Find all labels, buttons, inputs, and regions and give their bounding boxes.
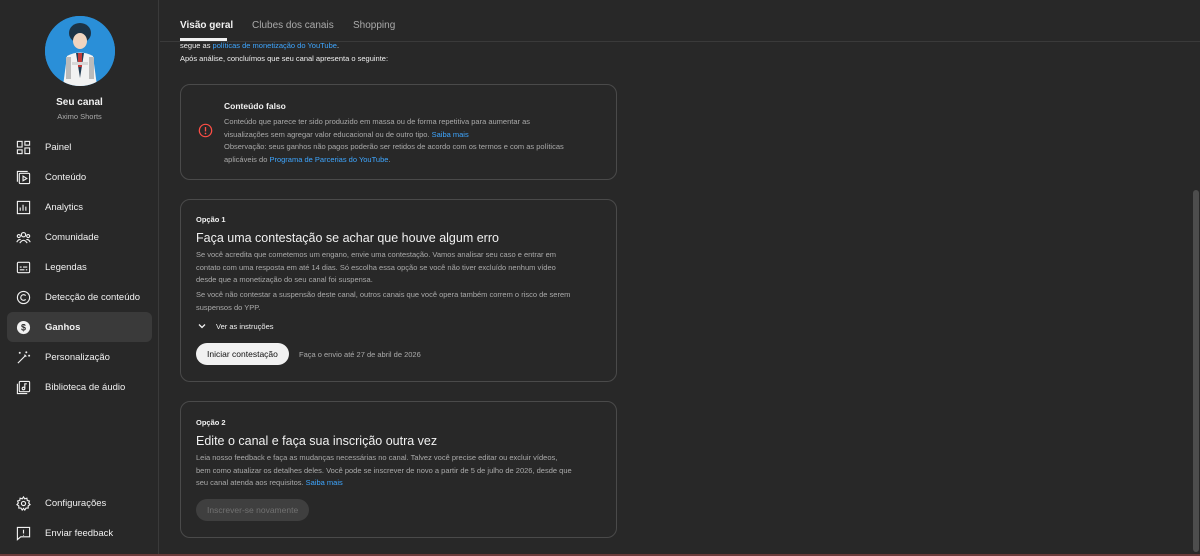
monetization-policies-link[interactable]: políticas de monetização do YouTube (213, 41, 337, 50)
violation-desc-text: visualizações sem agregar valor educacio… (224, 129, 432, 139)
feedback-icon (15, 525, 31, 541)
option-1-description: Se você acredita que cometemos um engano… (196, 249, 611, 287)
sidebar-item-label: Painel (45, 141, 72, 153)
channel-handle: Aximo Shorts (57, 112, 102, 121)
partner-program-link[interactable]: Programa de Parcerias do YouTube (269, 155, 388, 164)
option-1-warning: Se você não contestar a suspensão deste … (196, 289, 611, 314)
tab-clubes-dos-canais[interactable]: Clubes dos canais (252, 20, 334, 31)
option-2-desc-line: Leia nosso feedback e faça as mudanças n… (196, 453, 558, 462)
sidebar-item-label: Legendas (45, 261, 87, 273)
subtitles-icon (15, 259, 31, 275)
violation-note-text: aplicáveis do (224, 154, 270, 164)
dashboard-icon (15, 139, 31, 155)
violation-note-line: Observação: seus ganhos não pagos poderã… (224, 142, 564, 151)
intro-line-2: Após análise, concluímos que seu canal a… (180, 54, 389, 63)
intro-text: . (336, 41, 340, 50)
sidebar-item-deteccao-de-conteudo[interactable]: Detecção de conteúdo (7, 282, 152, 312)
violation-description: Conteúdo que parece ter sido produzido e… (224, 116, 614, 166)
appeal-deadline-note: Faça o envio até 27 de abril de 2026 (299, 350, 421, 359)
option-2-desc-line: seu canal atenda aos requisitos. Saiba m… (196, 477, 611, 490)
sidebar-item-label: Enviar feedback (45, 527, 114, 539)
sidebar-item-painel[interactable]: Painel (7, 132, 152, 162)
option-2-desc-line: bem como atualizar os detalhes deles. Vo… (196, 465, 572, 475)
option-2-title: Edite o canal e faça sua inscrição outra… (196, 434, 438, 448)
option-1-desc-line: desde que a monetização do seu canal foi… (196, 275, 373, 284)
option-2-desc-text: seu canal atenda aos requisitos. (196, 478, 306, 487)
main-content: segue as políticas de monetização do You… (160, 41, 1200, 556)
option-2-card: Opção 2 Edite o canal e faça sua inscriç… (180, 401, 617, 538)
sidebar-item-label: Detecção de conteúdo (45, 291, 141, 303)
option-2-label: Opção 2 (196, 418, 226, 427)
sidebar-item-label: Biblioteca de áudio (45, 381, 126, 393)
option-1-title: Faça uma contestação se achar que houve … (196, 231, 499, 245)
channel-avatar[interactable] (45, 16, 115, 86)
error-icon (198, 123, 213, 138)
sidebar-item-label: Personalização (45, 351, 110, 363)
avatar-illustration (45, 16, 115, 86)
sidebar: Seu canal Aximo Shorts Painel Conteúdo A… (0, 0, 159, 556)
learn-more-link[interactable]: Saiba mais (432, 130, 469, 139)
copyright-icon (15, 289, 31, 305)
option-1-desc-line: contato com uma resposta em até 14 dias.… (196, 262, 556, 272)
violation-note-line: aplicáveis do Programa de Parcerias do Y… (224, 154, 614, 167)
customization-icon (15, 349, 31, 365)
chevron-down-icon (198, 324, 206, 329)
violation-desc-line: Conteúdo que parece ter sido produzido e… (224, 117, 531, 126)
start-appeal-button[interactable]: Iniciar contestação (196, 343, 289, 365)
reapply-button: Inscrever-se novamente (196, 499, 310, 521)
svg-text:$: $ (21, 322, 26, 332)
option-1-card: Opção 1 Faça uma contestação se achar qu… (180, 199, 617, 382)
sidebar-item-label: Configurações (45, 497, 107, 509)
option-2-description: Leia nosso feedback e faça as mudanças n… (196, 452, 611, 490)
sidebar-item-comunidade[interactable]: Comunidade (7, 222, 152, 252)
sidebar-item-label: Analytics (45, 201, 84, 213)
sidebar-item-label: Conteúdo (45, 171, 87, 183)
scrollbar-thumb[interactable] (1193, 190, 1199, 552)
sidebar-item-biblioteca-de-audio[interactable]: Biblioteca de áudio (7, 372, 152, 402)
violation-title: Conteúdo falso (224, 101, 286, 111)
option-1-label: Opção 1 (196, 215, 226, 224)
settings-icon (15, 495, 31, 511)
option-1-desc-line: Se você acredita que cometemos um engano… (196, 250, 557, 259)
sidebar-item-analytics[interactable]: Analytics (7, 192, 152, 222)
sidebar-item-enviar-feedback[interactable]: Enviar feedback (7, 518, 152, 548)
analytics-icon (15, 199, 31, 215)
violation-desc-line: visualizações sem agregar valor educacio… (224, 129, 614, 142)
view-instructions-toggle[interactable]: Ver as instruções (197, 321, 274, 331)
studio-app: Seu canal Aximo Shorts Painel Conteúdo A… (0, 0, 1200, 556)
sidebar-item-label: Comunidade (45, 231, 99, 243)
tab-visao-geral[interactable]: Visão geral (180, 20, 233, 31)
earn-icon: $ (15, 319, 31, 335)
option-2-learn-more-link[interactable]: Saiba mais (306, 478, 343, 487)
tab-shopping[interactable]: Shopping (353, 20, 395, 31)
sidebar-item-legendas[interactable]: Legendas (7, 252, 152, 282)
sidebar-item-conteudo[interactable]: Conteúdo (7, 162, 152, 192)
sidebar-item-ganhos[interactable]: $ Ganhos (7, 312, 152, 342)
violation-note-text: . (388, 154, 391, 164)
sidebar-item-configuracoes[interactable]: Configurações (7, 488, 152, 518)
sidebar-item-personalizacao[interactable]: Personalização (7, 342, 152, 372)
intro-line-1: segue as políticas de monetização do You… (180, 41, 339, 50)
option-1-warning-line: suspensos do YPP. (196, 302, 261, 312)
audio-library-icon (15, 379, 31, 395)
option-1-warning-line: Se você não contestar a suspensão deste … (196, 290, 571, 299)
intro-text: segue as (180, 41, 213, 50)
content-icon (15, 169, 31, 185)
violation-card: Conteúdo falso Conteúdo que parece ter s… (180, 84, 617, 180)
channel-title: Seu canal (56, 97, 103, 108)
community-icon (15, 229, 31, 245)
sidebar-item-label: Ganhos (45, 321, 81, 333)
view-instructions-label: Ver as instruções (216, 321, 274, 331)
